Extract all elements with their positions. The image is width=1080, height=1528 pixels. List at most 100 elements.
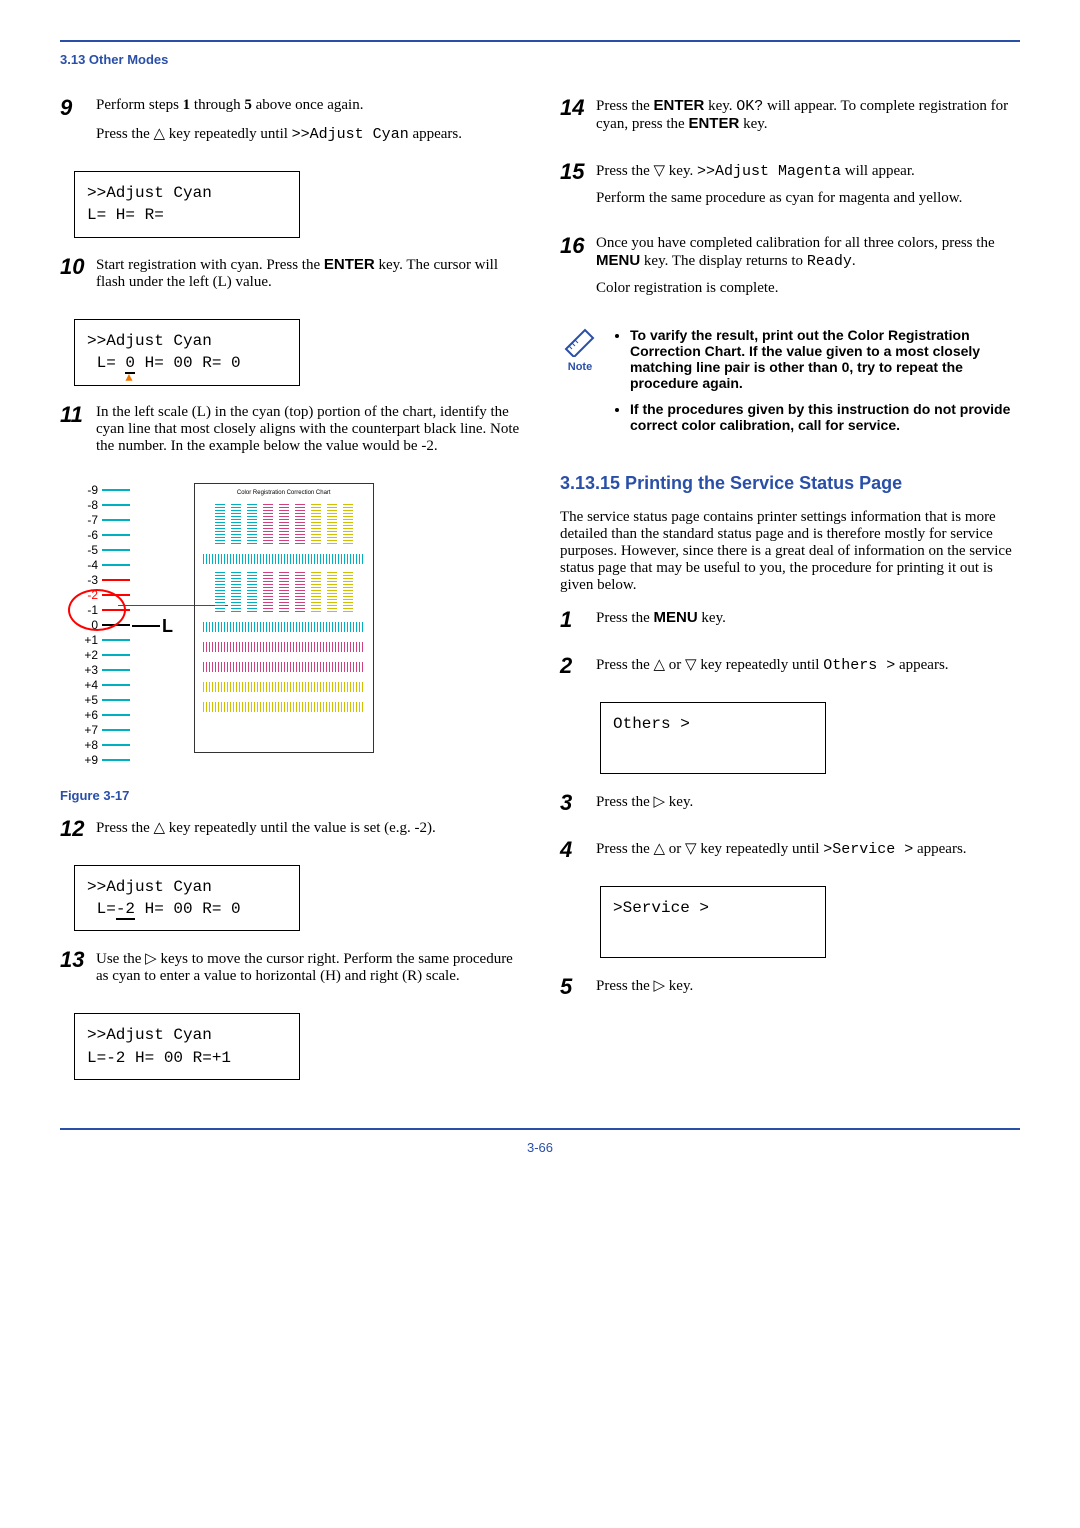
text: Press the bbox=[596, 163, 654, 179]
text: Use the bbox=[96, 951, 145, 967]
text: OK? bbox=[736, 98, 763, 115]
text: >Service > bbox=[823, 841, 913, 858]
tick bbox=[102, 564, 130, 566]
tick bbox=[102, 489, 130, 491]
text: Press the bbox=[596, 98, 654, 114]
step-14-body: Press the ENTER key. OK? will appear. To… bbox=[596, 97, 1020, 143]
tick-label: +6 bbox=[74, 708, 98, 723]
text: key repeatedly until bbox=[697, 841, 824, 857]
text: ENTER bbox=[654, 97, 705, 114]
step-1-num: 1 bbox=[560, 609, 596, 637]
text: key. bbox=[665, 163, 697, 179]
tick-label: +1 bbox=[74, 633, 98, 648]
text: Once you have completed calibration for … bbox=[596, 235, 995, 251]
tick-label: +4 bbox=[74, 678, 98, 693]
scale-L-label: L bbox=[162, 619, 173, 634]
step-16-body: Once you have completed calibration for … bbox=[596, 235, 1020, 307]
tick bbox=[102, 714, 130, 716]
tick-label: -4 bbox=[74, 558, 98, 573]
tick bbox=[102, 654, 130, 656]
lcd-line: L=-2 H= 00 R= 0 bbox=[87, 898, 287, 920]
step-9: 9 Perform steps 1 through 5 above once a… bbox=[60, 97, 520, 153]
step-1: 1 Press the MENU key. bbox=[560, 609, 1020, 637]
tick-label: +5 bbox=[74, 693, 98, 708]
text: Start registration with cyan. Press the bbox=[96, 257, 324, 273]
tick bbox=[102, 639, 130, 641]
step-16-num: 16 bbox=[560, 235, 596, 307]
text: ENTER bbox=[688, 115, 739, 132]
up-triangle-icon bbox=[154, 126, 166, 142]
step-1-body: Press the MENU key. bbox=[596, 609, 1020, 637]
text: keys to move the cursor right. Perform t… bbox=[96, 951, 513, 984]
step-15: 15 Press the key. >>Adjust Magenta will … bbox=[560, 161, 1020, 217]
text: Press the bbox=[596, 841, 654, 857]
text: MENU bbox=[596, 252, 640, 269]
step-11: 11 In the left scale (L) in the cyan (to… bbox=[60, 404, 520, 465]
text: key. bbox=[704, 98, 736, 114]
step-13-num: 13 bbox=[60, 949, 96, 995]
tick bbox=[102, 729, 130, 731]
page-number: 3-66 bbox=[60, 1140, 1020, 1155]
zero-dash bbox=[132, 625, 160, 627]
text: key. bbox=[665, 978, 693, 994]
step-13-body: Use the keys to move the cursor right. P… bbox=[96, 949, 520, 995]
tick-label: +8 bbox=[74, 738, 98, 753]
text: key repeatedly until bbox=[697, 657, 824, 673]
lcd-line: >>Adjust Cyan bbox=[87, 876, 287, 898]
tick-label: -3 bbox=[74, 573, 98, 588]
lcd-line: L=-2 H= 00 R=+1 bbox=[87, 1047, 287, 1069]
text: above once again. bbox=[252, 97, 364, 113]
text: Press the bbox=[96, 126, 154, 142]
tick-label: -6 bbox=[74, 528, 98, 543]
step-13: 13 Use the keys to move the cursor right… bbox=[60, 949, 520, 995]
note-block: Note To varify the result, print out the… bbox=[560, 327, 1020, 443]
lcd-line: >>Adjust Cyan bbox=[87, 182, 287, 204]
step-11-body: In the left scale (L) in the cyan (top) … bbox=[96, 404, 520, 465]
text: MENU bbox=[654, 609, 698, 626]
text: In the left scale (L) in the cyan (top) … bbox=[96, 404, 520, 455]
subsection-intro: The service status page contains printer… bbox=[560, 509, 1020, 594]
bottom-rule bbox=[60, 1128, 1020, 1130]
tick bbox=[102, 534, 130, 536]
step-12: 12 Press the key repeatedly until the va… bbox=[60, 818, 520, 847]
tick bbox=[102, 684, 130, 686]
text: Others > bbox=[823, 657, 895, 674]
text: 5 bbox=[244, 97, 252, 113]
text: Perform the same procedure as cyan for m… bbox=[596, 190, 1020, 207]
text: ENTER bbox=[324, 256, 375, 273]
text: Press the bbox=[596, 978, 654, 994]
tick-label: -5 bbox=[74, 543, 98, 558]
step-5-num: 5 bbox=[560, 976, 596, 1005]
figure-label: Figure 3-17 bbox=[60, 788, 520, 803]
step-12-num: 12 bbox=[60, 818, 96, 847]
step-5: 5 Press the key. bbox=[560, 976, 1020, 1005]
tick bbox=[102, 549, 130, 551]
step-14-num: 14 bbox=[560, 97, 596, 143]
text: . bbox=[852, 253, 856, 269]
lcd-line: L= H= R= bbox=[87, 204, 287, 226]
tick-label: -8 bbox=[74, 498, 98, 513]
lcd-line: >>Adjust Cyan bbox=[87, 1024, 287, 1046]
right-column: 14 Press the ENTER key. OK? will appear.… bbox=[560, 97, 1020, 1098]
step-9-num: 9 bbox=[60, 97, 96, 153]
step-15-body: Press the key. >>Adjust Magenta will app… bbox=[596, 161, 1020, 217]
text: key. bbox=[698, 610, 726, 626]
down-triangle-icon bbox=[685, 657, 697, 673]
step-2: 2 Press the or key repeatedly until Othe… bbox=[560, 655, 1020, 684]
lcd-display-5: Others > bbox=[600, 702, 826, 774]
chart-tiny-title: Color Registration Correction Chart bbox=[203, 490, 365, 496]
main-columns: 9 Perform steps 1 through 5 above once a… bbox=[60, 97, 1020, 1098]
lcd-display-1: >>Adjust Cyan L= H= R= bbox=[74, 171, 300, 238]
down-triangle-icon bbox=[685, 841, 697, 857]
scale-column: -9 -8 -7 -6 -5 -4 -3 -2 -1 0 +1 +2 +3 +4… bbox=[74, 483, 130, 768]
note-body: To varify the result, print out the Colo… bbox=[612, 327, 1020, 443]
step-10-num: 10 bbox=[60, 256, 96, 301]
step-3-num: 3 bbox=[560, 792, 596, 821]
step-14: 14 Press the ENTER key. OK? will appear.… bbox=[560, 97, 1020, 143]
step-15-num: 15 bbox=[560, 161, 596, 217]
figure-3-17: -9 -8 -7 -6 -5 -4 -3 -2 -1 0 +1 +2 +3 +4… bbox=[74, 483, 520, 768]
lcd-line: L= 0▲ H= 00 R= 0 bbox=[87, 352, 287, 374]
lcd-line: Others > bbox=[613, 713, 813, 735]
step-2-num: 2 bbox=[560, 655, 596, 684]
step-3-body: Press the key. bbox=[596, 792, 1020, 821]
